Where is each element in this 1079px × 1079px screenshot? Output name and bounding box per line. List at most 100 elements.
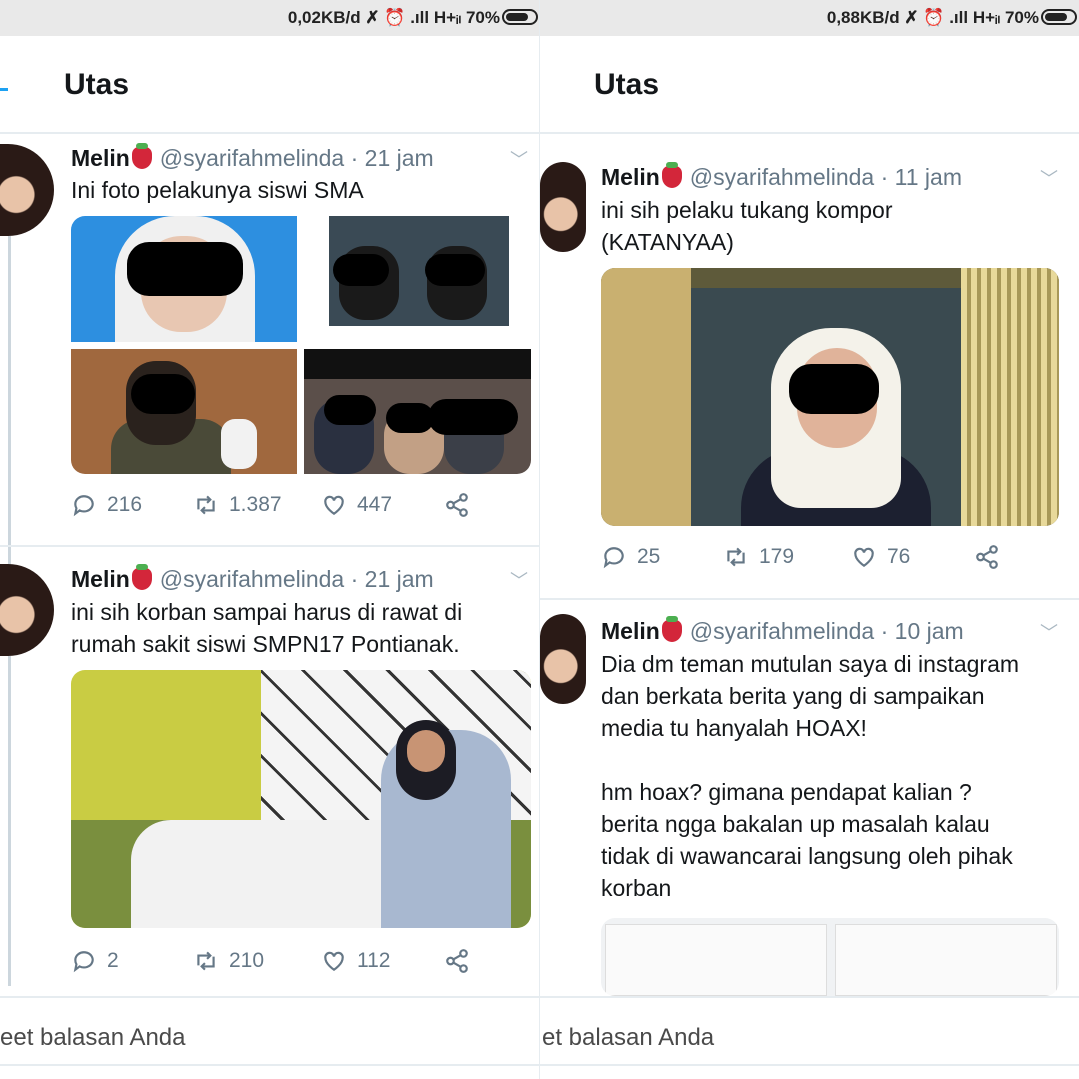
tweet-header: Melin @syarifahmelinda · 11 jam <box>601 162 962 191</box>
censor-bar <box>428 399 518 435</box>
retweet-icon <box>197 495 215 515</box>
retweet-icon <box>727 547 745 567</box>
tweet-media[interactable] <box>71 670 531 928</box>
thread-header: Utas <box>540 36 1079 134</box>
tweet-text: ini sih pelaku tukang kompor (KATANYAA) <box>601 197 893 255</box>
avatar[interactable] <box>540 162 586 252</box>
avatar[interactable] <box>0 144 54 236</box>
status-text: 0,02KB/d ✗ ⏰ .ıll H+ᵢₗ 70% <box>287 8 500 27</box>
tweet-text: ini sih korban sampai harus di rawat di … <box>71 599 463 657</box>
share-icon <box>446 949 468 973</box>
tweet-text: Dia dm teman mutulan saya di instagram d… <box>601 651 1020 901</box>
censor-bar <box>789 364 879 414</box>
photo-3[interactable] <box>71 349 297 474</box>
like-count: 76 <box>887 545 911 568</box>
retweet-count: 179 <box>759 545 795 568</box>
tweet-divider <box>540 598 1079 600</box>
chevron-down-icon[interactable]: ﹀ <box>510 146 528 172</box>
tweet-media[interactable] <box>601 268 1059 526</box>
avatar[interactable] <box>540 614 586 704</box>
author-handle[interactable]: @syarifahmelinda · 21 jam <box>160 145 434 171</box>
strawberry-icon <box>131 564 152 590</box>
retweet-icon <box>197 951 215 971</box>
screenshot-1 <box>605 924 827 996</box>
heart-icon <box>854 547 874 567</box>
like-button[interactable]: 76 <box>851 544 910 570</box>
status-text: 0,88KB/d ✗ ⏰ .ıll H+ᵢₗ 70% <box>826 8 1039 27</box>
tweet-divider <box>0 545 540 547</box>
reply-button[interactable]: 25 <box>601 544 660 570</box>
strawberry-icon <box>131 143 152 169</box>
author-name[interactable]: Melin <box>601 164 660 190</box>
reply-placeholder[interactable]: et balasan Anda <box>542 1024 714 1052</box>
bed <box>131 820 411 928</box>
censor-bar <box>425 254 485 286</box>
page-title: Utas <box>64 68 130 101</box>
tweet-header: Melin @syarifahmelinda · 21 jam <box>71 564 434 593</box>
reply-button[interactable]: 2 <box>71 948 119 974</box>
strawberry-icon <box>661 616 682 642</box>
reply-icon <box>73 495 94 517</box>
right-screen: 0,88KB/d ✗ ⏰ .ıll H+ᵢₗ 70% Utas Melin @sy… <box>539 0 1079 1079</box>
reply-count: 2 <box>107 949 119 972</box>
heart-icon <box>324 951 344 971</box>
retweet-button[interactable]: 179 <box>723 544 794 570</box>
reply-icon <box>603 547 624 569</box>
battery-icon <box>502 9 538 25</box>
tweet-media-screenshots[interactable] <box>601 918 1059 996</box>
page-title: Utas <box>594 68 660 101</box>
reply-composer[interactable]: eet balasan Anda <box>0 996 540 1066</box>
censor-bar <box>131 374 195 414</box>
author-handle[interactable]: @syarifahmelinda · 11 jam <box>690 164 962 190</box>
like-count: 112 <box>357 949 391 972</box>
share-button[interactable] <box>444 948 470 974</box>
thread-header: Utas <box>0 36 540 134</box>
tweet-text: Ini foto pelakunya siswi SMA <box>71 177 364 203</box>
author-handle[interactable]: @syarifahmelinda · 21 jam <box>160 566 434 592</box>
strawberry-icon <box>661 162 682 188</box>
reply-composer[interactable]: et balasan Anda <box>540 996 1079 1066</box>
back-arrow-icon[interactable] <box>0 88 8 91</box>
reply-placeholder[interactable]: eet balasan Anda <box>0 1024 186 1052</box>
heart-icon <box>324 495 344 515</box>
retweet-button[interactable]: 210 <box>193 948 264 974</box>
like-count: 447 <box>357 493 393 516</box>
author-handle[interactable]: @syarifahmelinda · 10 jam <box>690 618 964 644</box>
photo-4[interactable] <box>304 349 531 474</box>
share-icon <box>446 493 468 517</box>
avatar[interactable] <box>0 564 54 656</box>
chevron-down-icon[interactable]: ﹀ <box>1040 165 1058 191</box>
like-button[interactable]: 447 <box>321 492 392 518</box>
battery-icon <box>1041 9 1077 25</box>
retweet-button[interactable]: 1.387 <box>193 492 282 518</box>
censor-bar <box>127 242 243 296</box>
tweet-header: Melin @syarifahmelinda · 10 jam <box>601 616 964 645</box>
censor-bar <box>333 254 389 286</box>
reply-count: 25 <box>637 545 661 568</box>
thread-line <box>8 236 11 566</box>
author-name[interactable]: Melin <box>71 145 130 171</box>
like-button[interactable]: 112 <box>321 948 390 974</box>
photo-1[interactable] <box>71 216 297 342</box>
tweet-header: Melin @syarifahmelinda · 21 jam <box>71 143 434 172</box>
retweet-count: 1.387 <box>229 493 282 516</box>
chevron-down-icon[interactable]: ﹀ <box>1040 619 1058 645</box>
chevron-down-icon[interactable]: ﹀ <box>510 567 528 593</box>
photo-2[interactable] <box>307 216 531 342</box>
door-frame <box>601 268 691 526</box>
censor-bar <box>324 395 376 425</box>
reply-icon <box>73 951 94 973</box>
face <box>407 730 445 772</box>
blinds <box>961 268 1059 526</box>
tweet-media-grid[interactable] <box>71 216 531 474</box>
author-name[interactable]: Melin <box>71 566 130 592</box>
reply-button[interactable]: 216 <box>71 492 142 518</box>
author-name[interactable]: Melin <box>601 618 660 644</box>
share-button[interactable] <box>974 544 1000 570</box>
share-button[interactable] <box>444 492 470 518</box>
status-bar: 0,88KB/d ✗ ⏰ .ıll H+ᵢₗ 70% <box>540 0 1079 36</box>
screenshot-2 <box>835 924 1057 996</box>
left-screen: 0,02KB/d ✗ ⏰ .ıll H+ᵢₗ 70% Utas Melin @sy… <box>0 0 540 1079</box>
censor-bar <box>386 403 434 433</box>
status-bar: 0,02KB/d ✗ ⏰ .ıll H+ᵢₗ 70% <box>0 0 540 36</box>
